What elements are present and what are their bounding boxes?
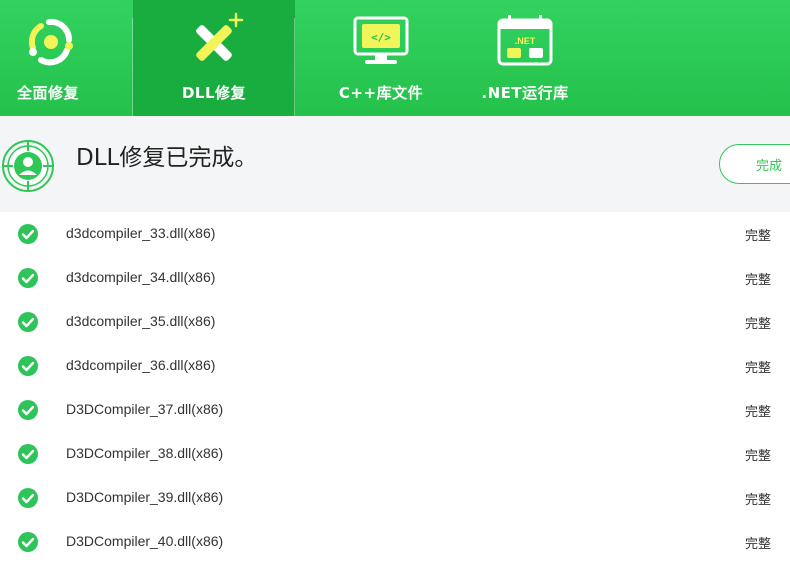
- file-name: d3dcompiler_34.dll(x86): [66, 269, 216, 285]
- check-circle-icon: [17, 443, 39, 465]
- status-message: DLL修复已完成。: [76, 145, 258, 171]
- file-status: 完整: [745, 405, 772, 420]
- list-item: d3dcompiler_33.dll(x86) 完整: [0, 212, 790, 256]
- file-name: D3DCompiler_39.dll(x86): [66, 489, 224, 505]
- check-circle-icon: [17, 487, 39, 509]
- file-status: 完整: [745, 229, 772, 244]
- tab-dotnet-runtime-label: .NET运行库: [481, 84, 569, 102]
- check-circle-icon: [17, 399, 39, 421]
- list-item: D3DCompiler_37.dll(x86) 完整: [0, 388, 790, 432]
- tab-cpp-library-label: C++库文件: [338, 84, 424, 102]
- file-status: 完整: [745, 493, 772, 508]
- file-name: D3DCompiler_38.dll(x86): [66, 445, 224, 461]
- done-button[interactable]: 完成: [719, 144, 790, 184]
- file-status: 完整: [745, 317, 772, 332]
- check-circle-icon: [17, 531, 39, 553]
- list-item: D3DCompiler_40.dll(x86) 完整: [0, 520, 790, 564]
- tab-cpp-library[interactable]: </> C++库文件: [295, 0, 467, 116]
- dll-repair-icon: [182, 10, 246, 74]
- list-item: d3dcompiler_34.dll(x86) 完整: [0, 256, 790, 300]
- cpp-library-icon: </>: [349, 10, 413, 74]
- check-circle-icon: [17, 311, 39, 333]
- list-item: d3dcompiler_35.dll(x86) 完整: [0, 300, 790, 344]
- file-status: 完整: [745, 537, 772, 552]
- full-repair-icon: [19, 10, 83, 74]
- list-item: D3DCompiler_38.dll(x86) 完整: [0, 432, 790, 476]
- file-name: d3dcompiler_36.dll(x86): [66, 357, 216, 373]
- list-item: d3dcompiler_36.dll(x86) 完整: [0, 344, 790, 388]
- check-circle-icon: [17, 223, 39, 245]
- tab-full-repair[interactable]: 全面修复: [0, 0, 133, 116]
- dotnet-runtime-icon: .NET: [493, 10, 557, 74]
- file-name: d3dcompiler_33.dll(x86): [66, 225, 216, 241]
- tab-full-repair-label: 全面修复: [17, 84, 80, 102]
- tab-dotnet-runtime[interactable]: .NET .NET运行库: [467, 0, 583, 116]
- check-circle-icon: [17, 355, 39, 377]
- dll-file-list: d3dcompiler_33.dll(x86) 完整 d3dcompiler_3…: [0, 212, 790, 564]
- list-item: D3DCompiler_39.dll(x86) 完整: [0, 476, 790, 520]
- repair-complete-logo-icon: [0, 138, 56, 194]
- file-name: D3DCompiler_37.dll(x86): [66, 401, 224, 417]
- top-nav: 全面修复 DLL修复 </> C++库文件 .NET .NET运行库: [0, 0, 790, 116]
- file-name: D3DCompiler_40.dll(x86): [66, 533, 224, 549]
- check-circle-icon: [17, 267, 39, 289]
- file-status: 完整: [745, 449, 772, 464]
- file-status: 完整: [745, 273, 772, 288]
- file-name: d3dcompiler_35.dll(x86): [66, 313, 216, 329]
- file-status: 完整: [745, 361, 772, 376]
- tab-dll-repair[interactable]: DLL修复: [133, 0, 295, 116]
- svg-text:.NET: .NET: [515, 36, 536, 46]
- status-banner: DLL修复已完成。 完成: [0, 116, 790, 212]
- tab-dll-repair-label: DLL修复: [181, 84, 247, 102]
- svg-text:</>: </>: [371, 31, 391, 44]
